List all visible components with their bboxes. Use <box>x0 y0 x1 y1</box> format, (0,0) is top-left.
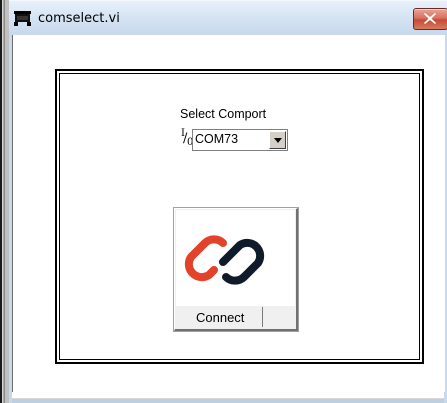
link-left-shape <box>184 235 227 282</box>
connect-divider <box>262 307 263 327</box>
window-title: comselect.vi <box>38 11 120 26</box>
close-button[interactable] <box>413 8 447 30</box>
window-titlebar[interactable]: comselect.vi <box>9 0 447 36</box>
comport-dropdown-button[interactable] <box>269 131 286 149</box>
comport-label: Select Comport <box>180 107 267 121</box>
labview-vi-icon <box>14 11 31 26</box>
connect-button[interactable]: Connect <box>173 207 299 332</box>
window-bottom-border <box>12 392 444 403</box>
connect-label: Connect <box>196 310 245 325</box>
chevron-down-icon <box>274 138 282 143</box>
comport-select[interactable]: COM73 <box>192 129 288 151</box>
link-right-shape <box>219 238 265 285</box>
close-icon <box>424 13 436 24</box>
visa-io-icon: I/0 <box>181 128 194 148</box>
comport-value[interactable]: COM73 <box>195 132 238 146</box>
desktop-edge <box>0 0 9 403</box>
chain-link-icon <box>176 210 295 306</box>
